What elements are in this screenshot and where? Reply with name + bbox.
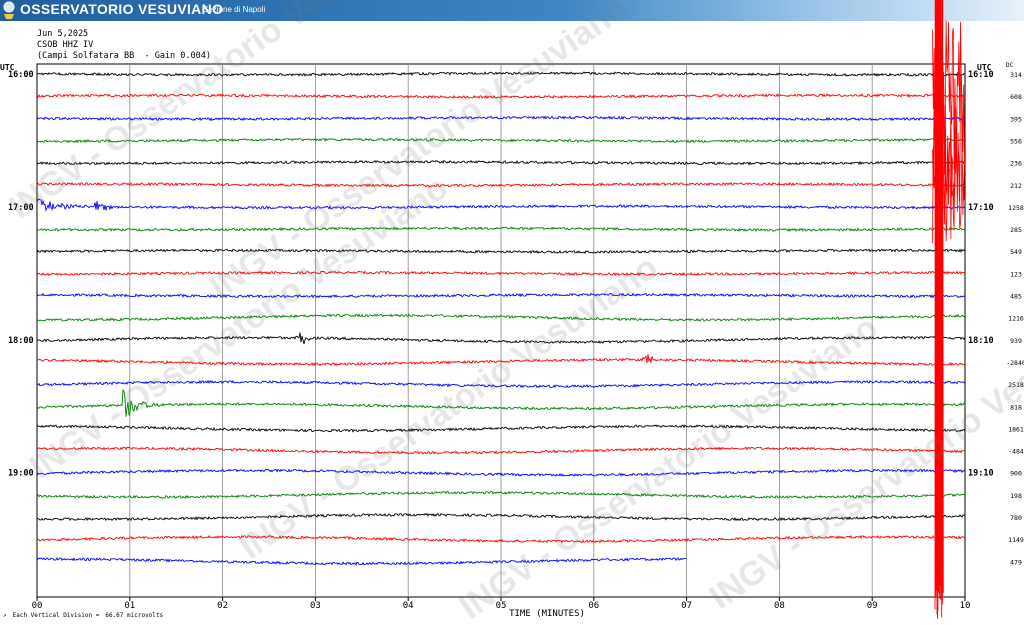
dc-offset-label: 479	[1010, 558, 1022, 566]
dc-offset-label: 1216	[1008, 315, 1024, 323]
x-tick-label: 00	[32, 601, 43, 611]
x-tick-label: 02	[217, 601, 228, 611]
dc-offset-label: 900	[1010, 470, 1022, 478]
dc-offset-label: 1861	[1008, 425, 1024, 433]
dc-offset-label: 485	[1010, 293, 1022, 301]
dc-offset-label: 314	[1010, 71, 1022, 79]
left-time-label: 18:00	[8, 336, 34, 346]
x-axis-label: TIME (MINUTES)	[509, 609, 585, 619]
x-tick-label: 05	[496, 601, 507, 611]
dc-offset-label: 608	[1010, 93, 1022, 101]
dc-offset-label: 549	[1010, 248, 1022, 256]
dc-offset-label: 1258	[1008, 204, 1024, 212]
dc-offset-label: -2840	[1006, 359, 1024, 367]
x-tick-label: 08	[774, 601, 785, 611]
dc-offset-label: 395	[1010, 115, 1022, 123]
dc-offset-label: -484	[1008, 448, 1024, 456]
dc-offset-label: 212	[1010, 182, 1022, 190]
dc-offset-label: 285	[1010, 226, 1022, 234]
x-tick-label: 07	[681, 601, 692, 611]
dc-offset-label: 556	[1010, 137, 1022, 145]
dc-offset-label: 236	[1010, 160, 1022, 168]
trace-row-22	[36, 557, 686, 566]
dc-offset-label: 198	[1010, 492, 1022, 500]
right-time-label: 19:10	[968, 469, 994, 479]
left-time-label: 19:00	[8, 469, 34, 479]
dc-offset-label: 1149	[1008, 536, 1024, 544]
x-tick-label: 09	[867, 601, 878, 611]
saturated-event-spikes	[934, 0, 944, 619]
dc-offset-label: 780	[1010, 514, 1022, 522]
footnote: ↗ Each Vertical Division = 66.67 microvolt…	[3, 612, 169, 619]
footnote-value: 66.67 microvolts	[105, 612, 164, 619]
dc-offset-label: 2518	[1008, 381, 1024, 389]
right-time-label: 16:10	[968, 70, 994, 80]
x-tick-label: 04	[403, 601, 414, 611]
x-tick-label: 06	[588, 601, 599, 611]
seismogram-chart: 00 01 02 03 04 05 06 07 08 09 10 TIME (MINUTES) 314 6…	[8, 0, 1024, 619]
right-time-label: 17:10	[968, 203, 994, 213]
right-time-label: 18:10	[968, 336, 994, 346]
x-tick-label: 03	[310, 601, 321, 611]
left-time-label: 16:00	[8, 70, 34, 80]
dc-offset-label: 123	[1010, 270, 1022, 278]
footnote-label: Each Vertical Division =	[12, 612, 100, 619]
left-time-label: 17:00	[8, 203, 34, 213]
footnote-arrow-icon: ↗	[3, 612, 7, 619]
dc-offset-label: 818	[1010, 403, 1022, 411]
x-tick-label: 01	[124, 601, 135, 611]
x-tick-label: 10	[960, 601, 971, 611]
dc-offset-label: 939	[1010, 337, 1022, 345]
